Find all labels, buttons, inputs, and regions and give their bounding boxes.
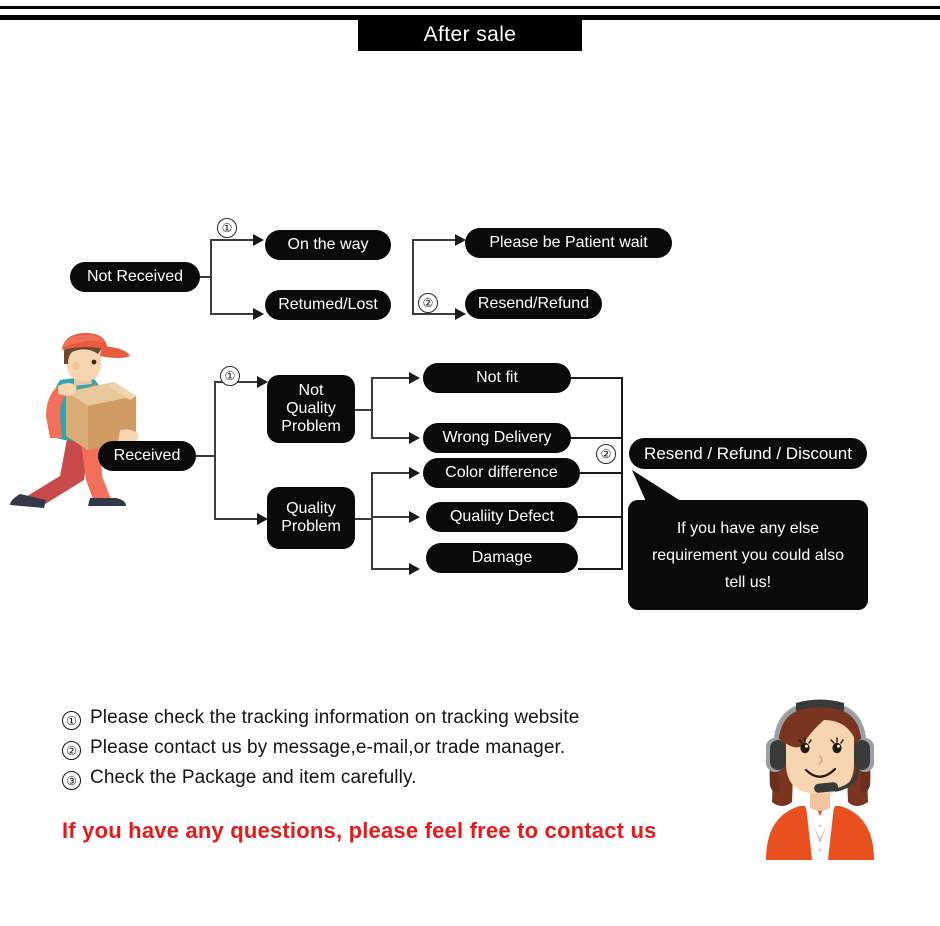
- collector-stub-wrong-delivery: [571, 437, 623, 439]
- after-sale-infographic: After sale Not Received ① On the way Ret…: [0, 0, 940, 926]
- customer-service-agent-icon: [752, 690, 892, 865]
- header-rule-thin: [0, 6, 940, 9]
- node-not-quality-problem: Not Quality Problem: [267, 375, 355, 443]
- connector-received-to-quality: [214, 518, 259, 520]
- connector-to-quality-defect: [371, 516, 411, 518]
- node-color-difference: Color difference: [423, 458, 580, 488]
- node-damage: Damage: [426, 543, 578, 573]
- arrow-to-resend-refund: [455, 308, 466, 320]
- connector-quality-spine: [371, 472, 373, 570]
- connector-to-color-difference: [371, 472, 411, 474]
- marker-step-2-upper: ②: [418, 293, 438, 313]
- notes-list: ① Please check the tracking information …: [62, 707, 762, 797]
- delivery-man-icon: [2, 330, 152, 515]
- marker-step-1-upper: ①: [217, 218, 237, 238]
- node-on-the-way: On the way: [265, 230, 391, 260]
- marker-step-2-lower: ②: [596, 444, 616, 464]
- node-please-be-patient-wait: Please be Patient wait: [465, 228, 672, 258]
- node-not-fit: Not fit: [423, 363, 571, 393]
- node-not-received: Not Received: [70, 262, 200, 292]
- connector-to-not-fit: [371, 377, 411, 379]
- note-item: ③ Check the Package and item carefully.: [62, 767, 762, 790]
- marker-step-1-lower: ①: [220, 366, 240, 386]
- connector-to-wrong-delivery: [371, 437, 411, 439]
- connector-upper-outcome-spine: [412, 239, 414, 315]
- arrow-to-returned: [253, 308, 264, 320]
- collector-stub-color-difference: [580, 472, 623, 474]
- note-item: ② Please contact us by message,e-mail,or…: [62, 737, 762, 760]
- node-quality-problem-label: Quality Problem: [281, 500, 341, 535]
- node-quality-defect: Qualiity Defect: [426, 502, 578, 532]
- connector-not-received-spine: [210, 239, 212, 315]
- speech-bubble: If you have any else requirement you cou…: [628, 500, 868, 610]
- arrow-to-onway: [253, 234, 264, 246]
- note-number: ①: [62, 711, 81, 730]
- collector-stub-not-fit: [571, 377, 623, 379]
- node-resend-refund-discount: Resend / Refund / Discount: [629, 438, 867, 469]
- arrow-to-damage: [409, 563, 420, 575]
- arrow-to-quality-defect: [409, 511, 420, 523]
- collector-stub-damage: [578, 568, 623, 570]
- connector-not-received-to-onway: [210, 239, 255, 241]
- note-item: ① Please check the tracking information …: [62, 707, 762, 730]
- node-resend-refund: Resend/Refund: [465, 289, 602, 319]
- connector-not-quality-spine: [371, 377, 373, 439]
- connector-received-spine: [214, 381, 216, 520]
- node-not-quality-problem-label: Not Quality Problem: [281, 382, 341, 435]
- contact-tagline: If you have any questions, please feel f…: [62, 818, 657, 843]
- connector-received-stem: [196, 455, 216, 457]
- connector-to-patient-wait: [412, 239, 457, 241]
- connector-not-received-to-returned: [210, 313, 255, 315]
- connector-to-resend-refund: [412, 313, 457, 315]
- page-title: After sale: [358, 19, 582, 51]
- note-number: ②: [62, 741, 81, 760]
- node-returned-lost: Retumed/Lost: [265, 290, 391, 320]
- arrow-to-color-difference: [409, 467, 420, 479]
- node-wrong-delivery: Wrong Delivery: [423, 423, 571, 453]
- note-text: Check the Package and item carefully.: [90, 767, 417, 788]
- note-text: Please check the tracking information on…: [90, 707, 580, 728]
- arrow-to-wrong-delivery: [409, 432, 420, 444]
- node-received: Received: [98, 441, 196, 471]
- node-quality-problem: Quality Problem: [267, 487, 355, 549]
- collector-stub-quality-defect: [578, 516, 623, 518]
- collector-spine: [621, 377, 623, 570]
- connector-to-damage: [371, 568, 411, 570]
- note-text: Please contact us by message,e-mail,or t…: [90, 737, 566, 758]
- arrow-to-not-fit: [409, 372, 420, 384]
- note-number: ③: [62, 771, 81, 790]
